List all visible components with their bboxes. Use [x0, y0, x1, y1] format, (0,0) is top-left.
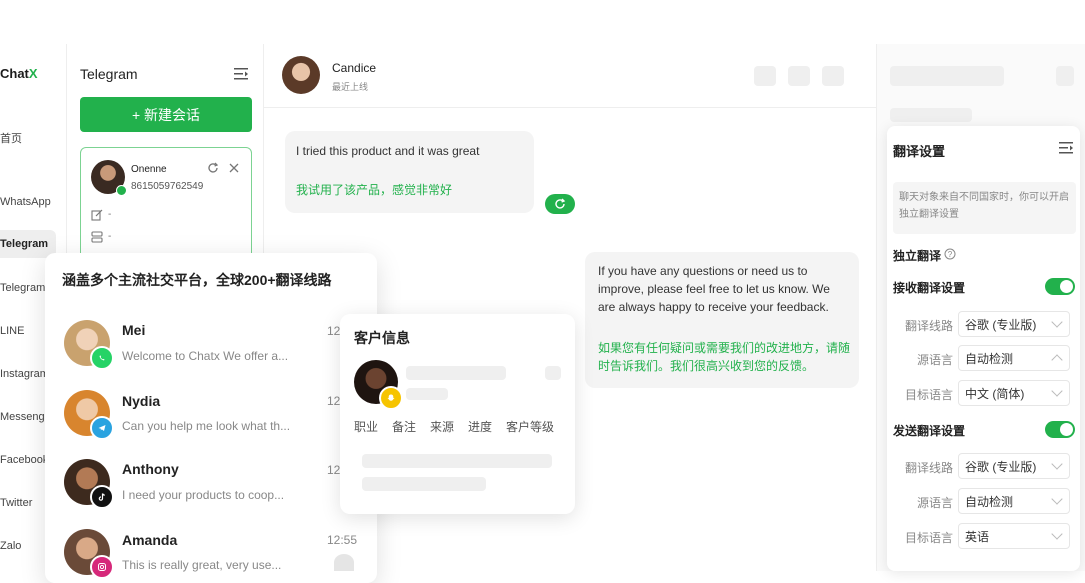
message-original-text: I tried this product and it was great — [296, 142, 479, 160]
contact-name: Nydia — [122, 393, 160, 409]
contact-name: Mei — [122, 322, 145, 338]
receive-source-select[interactable]: 自动检测 — [958, 345, 1070, 371]
receive-line-label: 翻译线路 — [897, 317, 953, 334]
session-tag-value: - — [108, 231, 111, 242]
customer-info-title: 客户信息 — [354, 328, 410, 348]
session-note-value: - — [108, 209, 111, 220]
telegram-icon — [90, 416, 114, 440]
session-contact-phone: 8615059762549 — [131, 181, 203, 192]
new-session-button[interactable]: + 新建会话 — [80, 97, 252, 132]
chevron-down-icon — [1051, 528, 1062, 539]
send-settings-title: 发送翻译设置 — [893, 422, 965, 439]
placeholder-bar — [406, 366, 506, 380]
customer-tab-occupation[interactable]: 职业 — [354, 418, 378, 435]
tag-icon[interactable] — [91, 231, 103, 243]
independent-translation-label: 独立翻译 — [893, 247, 941, 264]
chat-contact-status: 最近上线 — [332, 80, 368, 93]
retranslate-button[interactable] — [545, 194, 575, 214]
contact-time: 12 — [327, 394, 340, 408]
session-contact-name: Onenne — [131, 164, 167, 175]
send-target-select[interactable]: 英语 — [958, 523, 1070, 549]
close-icon[interactable] — [229, 163, 239, 173]
collapse-panel-icon[interactable] — [1059, 142, 1073, 154]
settings-note: 聊天对象来自不同国家时，你可以开启独立翻译设置 — [899, 189, 1071, 223]
customer-tab-progress[interactable]: 进度 — [468, 418, 492, 435]
contact-last-message: This is really great, very use... — [122, 558, 281, 572]
edit-note-icon[interactable] — [91, 209, 103, 221]
send-line-label: 翻译线路 — [897, 459, 953, 476]
tiktok-icon — [90, 485, 114, 509]
promo-title: 涵盖多个主流社交平台，全球200+翻译线路 — [62, 270, 332, 290]
message-translation-text: 我试用了该产品，感觉非常好 — [296, 181, 452, 199]
contact-last-message: Welcome to Chatx We offer a... — [122, 349, 288, 363]
chevron-down-icon — [1051, 458, 1062, 469]
sidebar-item-whatsapp[interactable]: WhatsApp — [0, 196, 56, 208]
session-list-title: Telegram — [80, 66, 138, 82]
whatsapp-icon — [90, 346, 114, 370]
receive-target-select[interactable]: 中文 (简体) — [958, 380, 1070, 406]
contact-time: 12 — [327, 324, 340, 338]
placeholder-bar — [1056, 66, 1074, 86]
chevron-down-icon — [1051, 316, 1062, 327]
send-source-label: 源语言 — [897, 494, 953, 511]
placeholder-bar — [362, 454, 552, 468]
contact-name: Anthony — [122, 461, 179, 477]
online-dot — [116, 185, 127, 196]
send-target-label: 目标语言 — [897, 529, 953, 546]
sidebar-item-home[interactable]: 首页 — [0, 130, 56, 146]
top-bar — [0, 0, 1085, 44]
chevron-down-icon — [1051, 493, 1062, 504]
receive-settings-title: 接收翻译设置 — [893, 279, 965, 296]
sidebar-item-telegram[interactable]: Telegram — [0, 230, 56, 258]
message-original-text: If you have any questions or need us to … — [598, 262, 850, 316]
contact-last-message: I need your products to coop... — [122, 488, 284, 502]
placeholder-bar — [890, 66, 1004, 86]
chevron-down-icon — [1051, 385, 1062, 396]
send-translation-toggle[interactable] — [1045, 421, 1075, 438]
refresh-icon[interactable] — [207, 162, 219, 174]
avatar — [282, 56, 320, 94]
placeholder-bar — [362, 477, 486, 491]
contact-time: 12 — [327, 463, 340, 477]
customer-tab-level[interactable]: 客户等级 — [506, 418, 554, 435]
chevron-up-icon — [1051, 354, 1062, 365]
contact-last-message: Can you help me look what th... — [122, 419, 290, 433]
header-action-button[interactable] — [754, 66, 776, 86]
placeholder-bar — [890, 108, 972, 122]
read-status-icon — [334, 554, 354, 571]
contact-name: Amanda — [122, 532, 177, 548]
send-line-select[interactable]: 谷歌 (专业版) — [958, 453, 1070, 479]
placeholder-bar — [545, 366, 561, 380]
refresh-icon — [554, 198, 566, 210]
customer-tab-notes[interactable]: 备注 — [392, 418, 416, 435]
receive-source-label: 源语言 — [897, 351, 953, 368]
message-translation-text: 如果您有任何疑问或需要我们的改进地方，请随时告诉我们。我们很高兴收到您的反馈。 — [598, 339, 850, 375]
receive-target-label: 目标语言 — [897, 386, 953, 403]
settings-title: 翻译设置 — [893, 141, 945, 160]
chat-contact-name: Candice — [332, 61, 376, 75]
receive-translation-toggle[interactable] — [1045, 278, 1075, 295]
collapse-menu-icon[interactable] — [234, 68, 248, 80]
customer-tab-source[interactable]: 来源 — [430, 418, 454, 435]
snapchat-icon — [379, 386, 403, 410]
header-action-button[interactable] — [788, 66, 810, 86]
chat-header — [264, 44, 876, 108]
svg-text:?: ? — [948, 250, 953, 259]
brand-logo: ChatX — [0, 66, 38, 81]
send-source-select[interactable]: 自动检测 — [958, 488, 1070, 514]
instagram-icon — [90, 555, 114, 579]
header-action-button[interactable] — [822, 66, 844, 86]
receive-line-select[interactable]: 谷歌 (专业版) — [958, 311, 1070, 337]
contact-time: 12:55 — [327, 533, 357, 547]
help-icon[interactable]: ? — [944, 248, 956, 260]
placeholder-bar — [406, 388, 448, 400]
